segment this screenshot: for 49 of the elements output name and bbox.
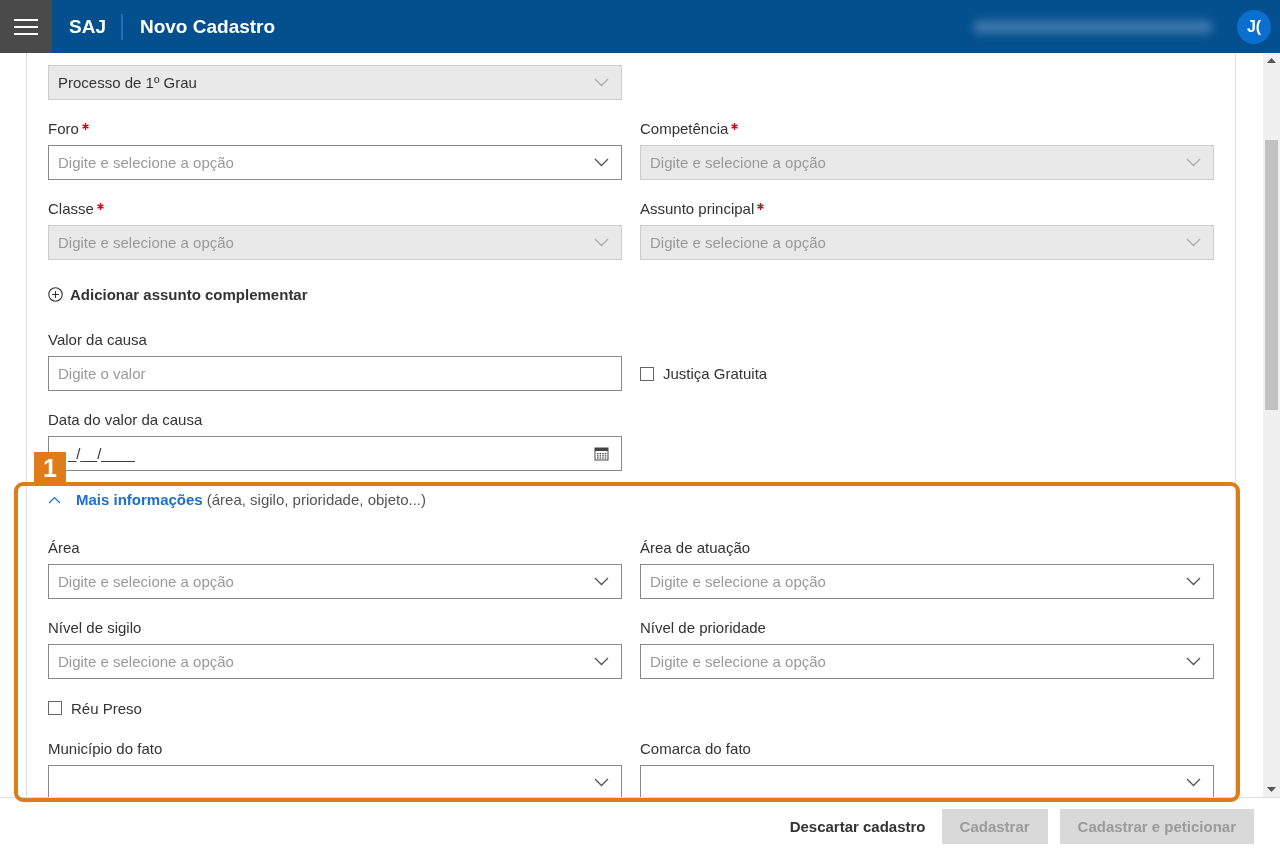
step-badge: 1 [34, 452, 66, 484]
chevron-down-icon [594, 577, 609, 586]
section-toggle[interactable]: Mais informações [48, 491, 203, 508]
chevron-down-icon [594, 78, 609, 87]
menu-button[interactable] [0, 0, 52, 53]
field-label: Classe [48, 200, 94, 218]
footer-button[interactable]: Descartar cadastro [785, 809, 930, 844]
field-label: Nível de prioridade [640, 619, 766, 637]
calendar-icon[interactable] [594, 446, 609, 461]
field-label: Competência [640, 120, 729, 138]
field-label: Valor da causa [48, 331, 147, 349]
scrollbar[interactable] [1263, 53, 1280, 797]
select-field[interactable] [48, 765, 622, 797]
select-field[interactable]: Digite e selecione a opção [640, 564, 1214, 599]
checkbox[interactable]: Justiça Gratuita [640, 356, 1214, 391]
chevron-down-icon [594, 238, 609, 247]
field-label: Comarca do fato [640, 740, 751, 758]
chevron-down-icon [1186, 577, 1201, 586]
checkbox[interactable]: Réu Preso [48, 699, 1235, 717]
chevron-up-icon [48, 495, 61, 504]
input-field[interactable]: Digite o valor [48, 356, 622, 391]
field-label: Data do valor da causa [48, 411, 203, 429]
plus-circle-icon [48, 287, 63, 302]
field-label: Assunto principal [640, 200, 755, 218]
chevron-down-icon [594, 778, 609, 787]
add-subject-link[interactable]: Adicionar assunto complementar [48, 286, 308, 303]
field-label: Área [48, 539, 80, 557]
select-field[interactable] [640, 765, 1214, 797]
field-label: Nível de sigilo [48, 619, 142, 637]
chevron-down-icon [594, 158, 609, 167]
app-logo: SAJ [69, 13, 123, 40]
user-avatar[interactable]: J( [1237, 9, 1271, 44]
chevron-down-icon [594, 657, 609, 666]
chevron-down-icon [1186, 657, 1201, 666]
field-label: Área de atuação [640, 539, 751, 557]
field-label: Foro [48, 120, 79, 138]
menu-icon [14, 18, 38, 35]
chevron-down-icon [1186, 158, 1201, 167]
section-hint: (área, sigilo, prioridade, objeto...) [206, 491, 426, 508]
select-field[interactable]: Digite e selecione a opção [48, 644, 622, 679]
scroll-down-icon[interactable] [1267, 787, 1276, 792]
chevron-down-icon [1186, 778, 1201, 787]
select-field[interactable]: Digite e selecione a opção [48, 145, 622, 180]
select-field[interactable]: Digite e selecione a opção [640, 644, 1214, 679]
field-label: Município do fato [48, 740, 163, 758]
select-field[interactable]: Digite e selecione a opção [48, 564, 622, 599]
scroll-up-icon[interactable] [1267, 58, 1276, 63]
page-title: Novo Cadastro [139, 15, 276, 38]
chevron-down-icon [1186, 238, 1201, 247]
